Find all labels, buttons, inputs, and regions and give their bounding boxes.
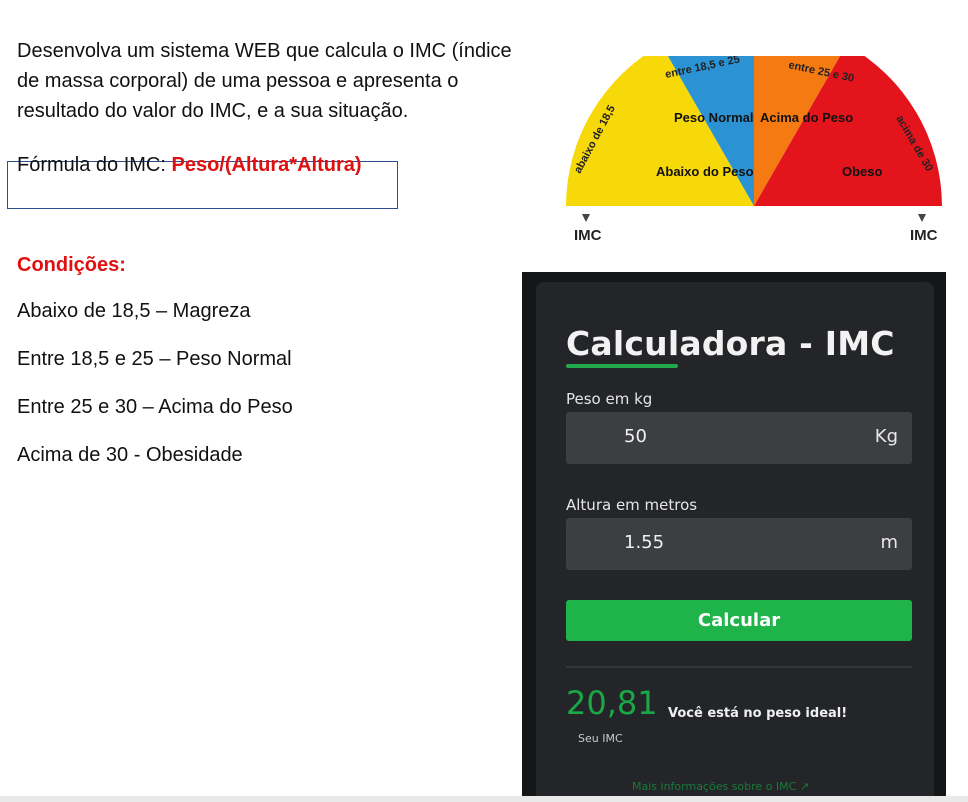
title-underline — [566, 364, 678, 368]
calculator-title: Calculadora - IMC — [566, 324, 895, 363]
imc-result-message: Você está no peso ideal! — [668, 706, 848, 721]
condition-item: Entre 25 e 30 – Acima do Peso — [17, 396, 293, 418]
intro-line: Desenvolva um sistema WEB que calcula o … — [17, 40, 512, 62]
imc-gauge: Abaixo do Peso Peso Normal Acima do Peso… — [566, 56, 942, 244]
formula-value: Peso/(Altura*Altura) — [171, 154, 362, 176]
condition-item: Acima de 30 - Obesidade — [17, 444, 243, 466]
calcular-button[interactable]: Calcular — [566, 600, 912, 641]
bottom-bar — [0, 796, 968, 802]
gauge-right-arrow-icon — [918, 214, 926, 222]
gauge-label-abaixo: Abaixo do Peso — [656, 164, 754, 179]
intro-paragraph: Desenvolva um sistema WEB que calcula o … — [17, 36, 557, 126]
peso-unit: Kg — [874, 426, 898, 447]
gauge-left-arrow-icon — [582, 214, 590, 222]
imc-result-caption: Seu IMC — [578, 732, 623, 745]
altura-label: Altura em metros — [566, 496, 698, 514]
altura-unit: m — [880, 532, 898, 553]
gauge-label-normal: Peso Normal — [674, 110, 753, 125]
conditions-title: Condições: — [17, 254, 126, 276]
altura-input[interactable]: 1.55 m — [566, 518, 912, 570]
more-info-link[interactable]: Mais informações sobre o IMC ↗ — [632, 780, 809, 793]
gauge-axis-right: IMC — [910, 227, 938, 244]
peso-label: Peso em kg — [566, 390, 653, 408]
intro-line: resultado do valor do IMC, e a sua situa… — [17, 100, 409, 122]
altura-value: 1.55 — [624, 532, 665, 553]
condition-item: Entre 18,5 e 25 – Peso Normal — [17, 348, 292, 370]
calculator-screenshot: Calculadora - IMC Peso em kg 50 Kg Altur… — [522, 272, 946, 802]
peso-value: 50 — [624, 426, 647, 447]
peso-input[interactable]: 50 Kg — [566, 412, 912, 464]
formula-line: Fórmula do IMC: Peso/(Altura*Altura) — [17, 150, 362, 180]
result-divider — [566, 666, 912, 668]
formula-label: Fórmula do IMC: — [17, 154, 172, 176]
gauge-label-obeso: Obeso — [842, 164, 883, 179]
calculator-card: Calculadora - IMC Peso em kg 50 Kg Altur… — [536, 282, 934, 802]
gauge-label-acima: Acima do Peso — [760, 110, 853, 125]
imc-result-value: 20,81 — [566, 684, 658, 722]
gauge-axis-left: IMC — [574, 227, 602, 244]
intro-line: de massa corporal) de uma pessoa e apres… — [17, 70, 459, 92]
condition-item: Abaixo de 18,5 – Magreza — [17, 300, 251, 322]
